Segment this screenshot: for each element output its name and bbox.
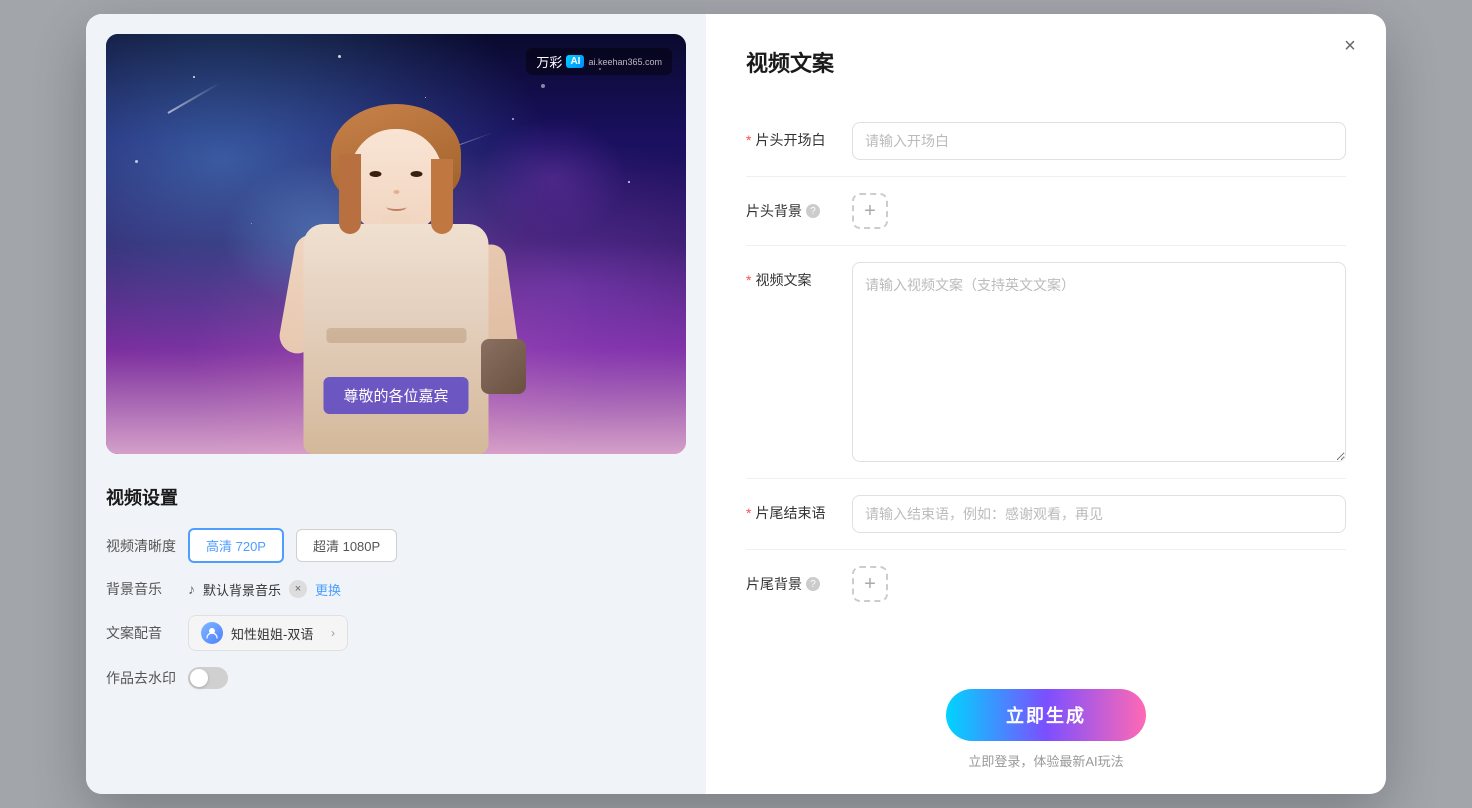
music-icon: ♪ — [188, 581, 195, 597]
bag — [481, 339, 526, 394]
copy-label: * 视频文案 — [746, 262, 836, 290]
voice-row: 文案配音 知性姐姐-双语 › — [106, 615, 686, 651]
opening-bg-label: 片头背景 ? — [746, 193, 836, 221]
ending-row: * 片尾结束语 — [746, 479, 1346, 550]
ending-bg-help-icon[interactable]: ? — [806, 577, 820, 591]
voice-label: 文案配音 — [106, 623, 176, 643]
watermark-toggle[interactable] — [188, 667, 228, 689]
ending-bg-add-button[interactable]: + — [852, 566, 888, 602]
quality-row: 视频清晰度 高清 720P 超清 1080P — [106, 528, 686, 563]
ending-bg-row: 片尾背景 ? + — [746, 550, 1346, 618]
toggle-knob — [190, 669, 208, 687]
required-star-opening: * — [746, 132, 751, 148]
watermark-text: 万彩 — [536, 52, 562, 71]
hair-right — [431, 159, 453, 234]
quality-label: 视频清晰度 — [106, 536, 176, 556]
generate-section: 立即生成 立即登录，体验最新AI玩法 — [746, 665, 1346, 770]
opening-input[interactable] — [852, 122, 1346, 160]
required-star-copy: * — [746, 272, 751, 288]
ai-badge: AI — [566, 55, 584, 68]
video-preview: 万彩 AI ai.keehan365.com 尊敬的各位嘉宾 — [106, 34, 686, 454]
opening-row: * 片头开场白 — [746, 106, 1346, 177]
ending-label: * 片尾结束语 — [746, 495, 836, 523]
music-change-button[interactable]: 更换 — [315, 580, 341, 599]
voice-selector[interactable]: 知性姐姐-双语 › — [188, 615, 348, 651]
music-remove-button[interactable]: × — [289, 580, 307, 598]
left-panel: 万彩 AI ai.keehan365.com 尊敬的各位嘉宾 视频设置 视频清晰… — [86, 14, 706, 794]
watermark: 万彩 AI ai.keehan365.com — [526, 48, 672, 75]
music-label: 背景音乐 — [106, 579, 176, 599]
generate-button[interactable]: 立即生成 — [946, 689, 1146, 741]
opening-bg-add-button[interactable]: + — [852, 193, 888, 229]
watermark-toggle-row: 作品去水印 — [106, 667, 686, 689]
login-hint: 立即登录，体验最新AI玩法 — [968, 751, 1123, 770]
close-button[interactable]: × — [1334, 30, 1366, 62]
opening-bg-row: 片头背景 ? + — [746, 177, 1346, 246]
music-row: 背景音乐 ♪ 默认背景音乐 × 更换 — [106, 579, 686, 599]
video-preview-inner: 万彩 AI ai.keehan365.com 尊敬的各位嘉宾 — [106, 34, 686, 454]
settings-title: 视频设置 — [106, 484, 686, 510]
voice-avatar — [201, 622, 223, 644]
opening-bg-help-icon[interactable]: ? — [806, 204, 820, 218]
ending-bg-label: 片尾背景 ? — [746, 566, 836, 594]
voice-arrow-icon: › — [331, 626, 335, 640]
music-control: ♪ 默认背景音乐 × 更换 — [188, 580, 341, 599]
hair-left — [339, 154, 361, 234]
panel-title: 视频文案 — [746, 46, 1346, 78]
watermark-toggle-label: 作品去水印 — [106, 668, 176, 688]
copy-row: * 视频文案 — [746, 246, 1346, 479]
quality-1080p[interactable]: 超清 1080P — [296, 529, 397, 562]
music-name: 默认背景音乐 — [203, 580, 281, 599]
copy-textarea[interactable] — [852, 262, 1346, 462]
watermark-sub: ai.keehan365.com — [588, 57, 662, 67]
modal: × — [86, 14, 1386, 794]
right-panel: 视频文案 * 片头开场白 片头背景 ? + — [706, 14, 1386, 794]
ending-input[interactable] — [852, 495, 1346, 533]
voice-name: 知性姐姐-双语 — [231, 624, 323, 643]
modal-overlay: × — [0, 0, 1472, 808]
dress — [304, 224, 489, 454]
video-settings: 视频设置 视频清晰度 高清 720P 超清 1080P 背景音乐 ♪ 默认背景音… — [106, 474, 686, 715]
required-star-ending: * — [746, 505, 751, 521]
quality-720p[interactable]: 高清 720P — [188, 528, 284, 563]
form-section: * 片头开场白 片头背景 ? + * — [746, 106, 1346, 618]
subtitle-overlay: 尊敬的各位嘉宾 — [323, 377, 468, 414]
opening-label: * 片头开场白 — [746, 122, 836, 150]
